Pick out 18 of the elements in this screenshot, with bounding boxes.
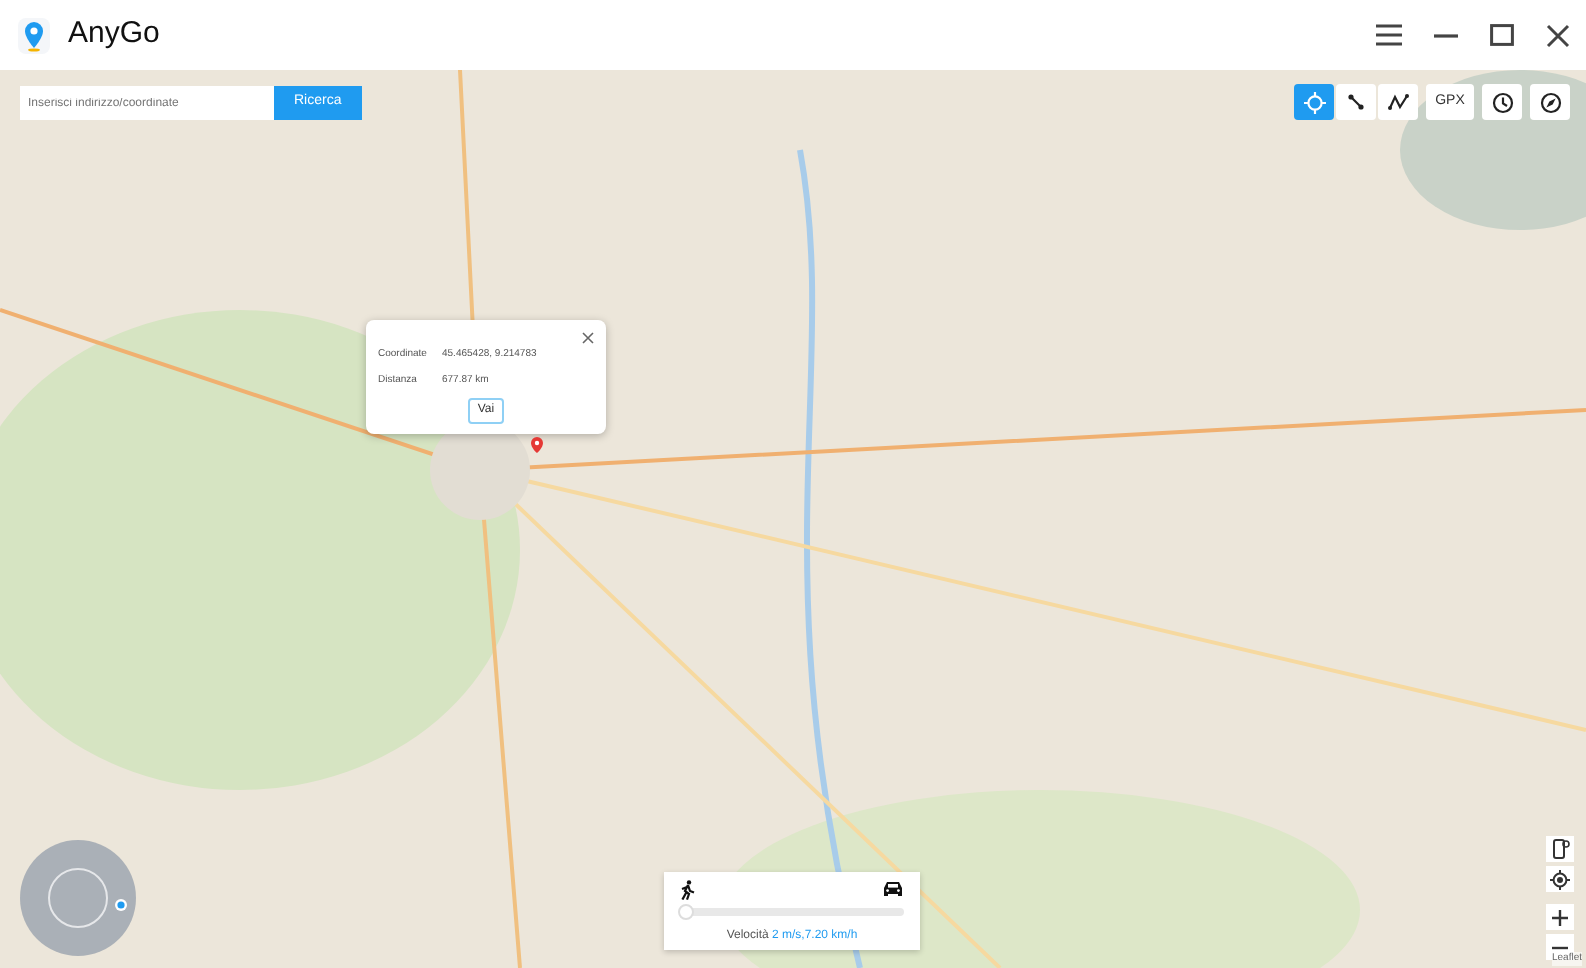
maximize-icon[interactable] — [1490, 24, 1514, 46]
device-icon[interactable] — [1546, 836, 1574, 862]
location-dot-icon — [114, 898, 128, 912]
clock-icon[interactable] — [1482, 84, 1522, 120]
close-icon[interactable] — [582, 332, 594, 344]
logo-icon — [16, 15, 52, 55]
compass-icon[interactable] — [1530, 84, 1570, 120]
zoom-in-icon[interactable] — [1546, 904, 1574, 930]
two-point-route-icon[interactable] — [1336, 84, 1376, 120]
locate-icon[interactable] — [1546, 866, 1574, 892]
menu-icon[interactable] — [1376, 24, 1402, 46]
minimize-icon[interactable] — [1434, 33, 1458, 37]
close-icon[interactable] — [1546, 23, 1570, 47]
multi-point-route-icon[interactable] — [1378, 84, 1418, 120]
walking-icon[interactable] — [680, 880, 696, 900]
joystick-ring — [48, 868, 108, 928]
app-title: AnyGo — [68, 14, 160, 55]
car-icon[interactable] — [882, 880, 904, 898]
